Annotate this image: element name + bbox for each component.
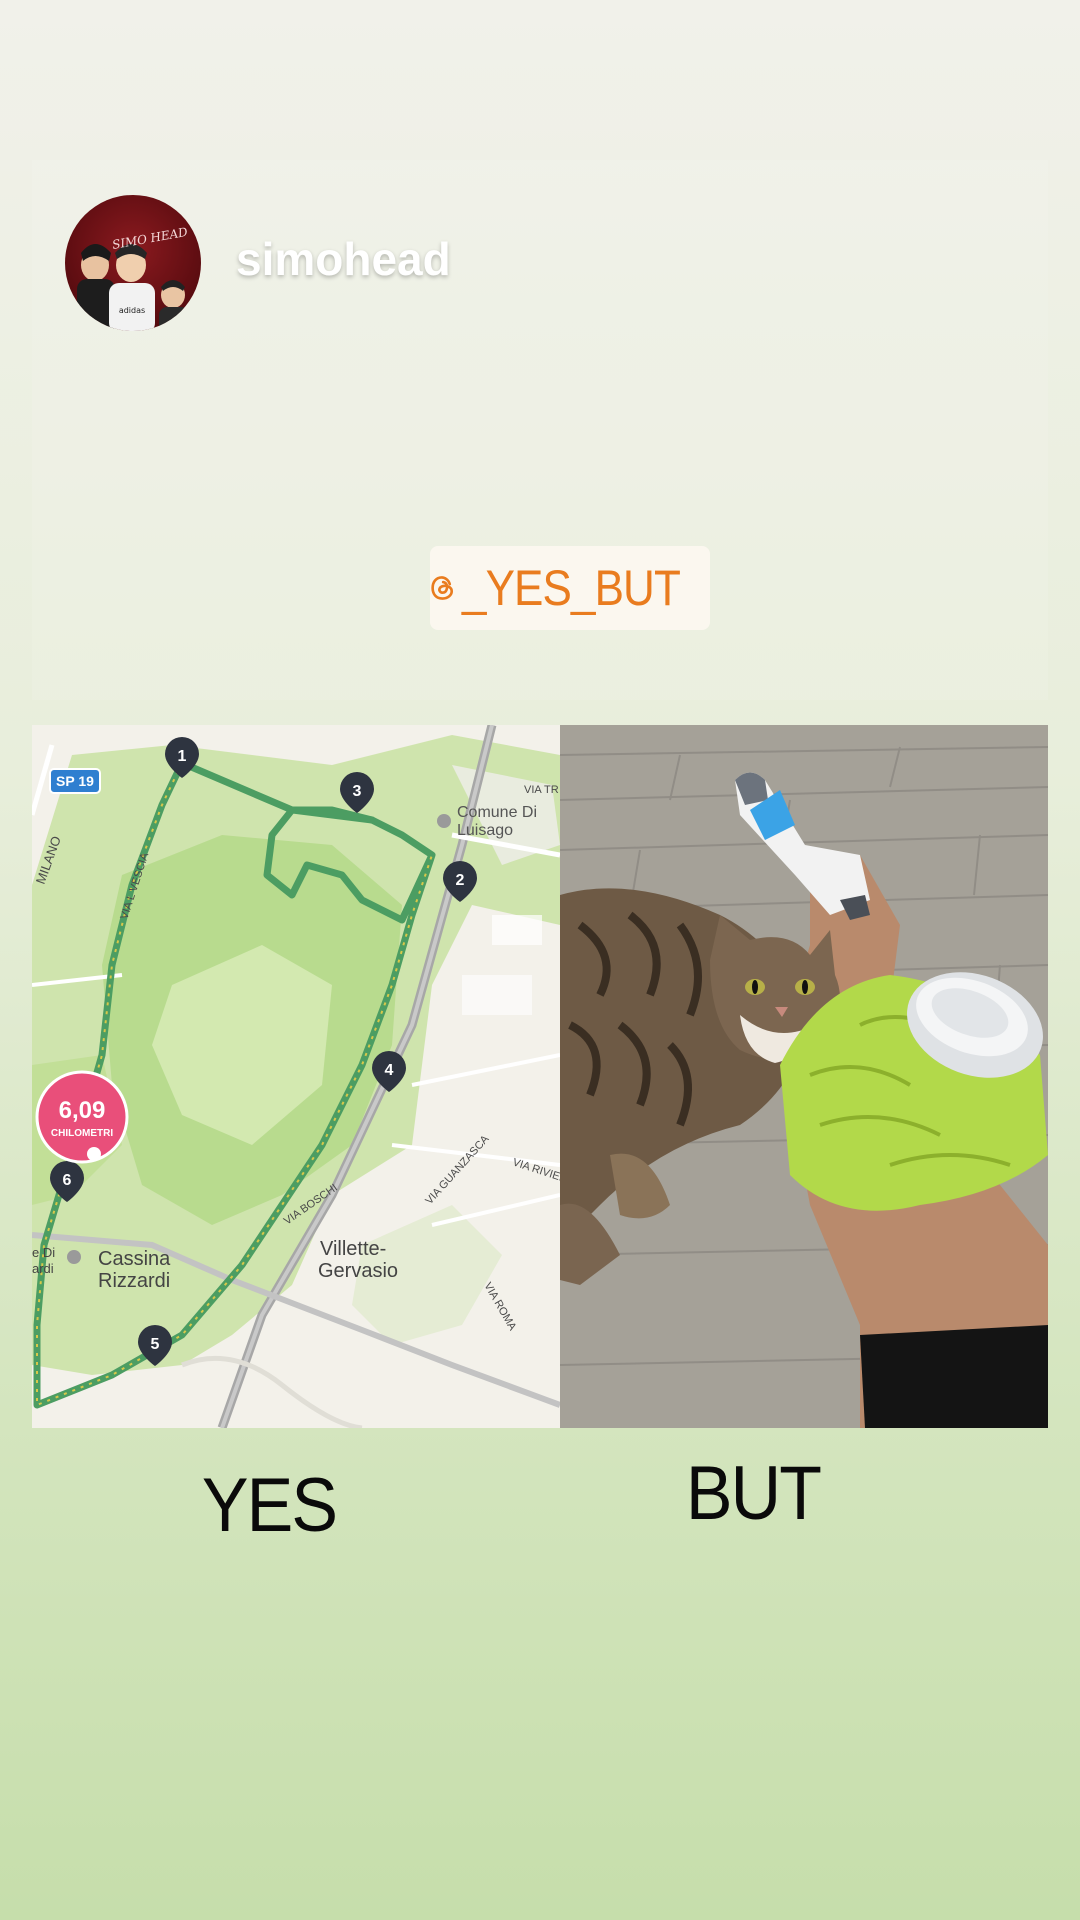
avatar[interactable]: adidas SIMO HEAD [65,195,201,331]
route-map: SP 19 MILANO VIA L VESCIA VIA TR Comune … [32,725,560,1428]
svg-text:1: 1 [178,748,187,765]
street-label-via-tr: VIA TR [524,784,559,796]
place-label-comune: Comune Di [457,804,537,821]
caption-but: BUT [685,1451,822,1536]
svg-text:SP 19: SP 19 [56,773,94,789]
mention-tag-text: _YES_BUT [462,560,681,616]
cat-photo [560,725,1048,1428]
place-label-cassina: Cassina [98,1248,171,1270]
avatar-illustration: adidas SIMO HEAD [77,225,189,331]
threads-icon [431,576,454,600]
place-label-left-1: e Di [32,1245,55,1260]
place-label-gervasio: Gervasio [318,1260,398,1282]
svg-text:adidas: adidas [119,306,145,315]
place-pin-icon [67,1250,81,1264]
username[interactable]: simohead [236,232,451,286]
svg-text:4: 4 [385,1062,394,1079]
photo-illustration [560,725,1048,1428]
distance-value: 6,09 [59,1097,106,1124]
place-label-left-2: ardi [32,1261,54,1276]
svg-text:5: 5 [151,1336,160,1353]
distance-unit: CHILOMETRI [51,1128,113,1139]
place-pin-icon [437,814,451,828]
road-sign-badge: SP 19 [49,768,101,794]
distance-badge[interactable]: 6,09 CHILOMETRI [35,1070,129,1164]
svg-text:6: 6 [63,1172,72,1189]
place-label-rizzardi: Rizzardi [98,1270,170,1292]
mention-tag[interactable]: _YES_BUT [430,546,710,630]
caption-yes: YES [201,1463,338,1548]
map-canvas: SP 19 MILANO VIA L VESCIA VIA TR Comune … [32,725,560,1428]
svg-text:3: 3 [353,783,362,800]
avatar-logo-text: SIMO HEAD [111,225,189,252]
svg-text:2: 2 [456,872,465,889]
place-label-villette: Villette- [320,1238,386,1260]
place-label-luisago: Luisago [457,822,513,839]
